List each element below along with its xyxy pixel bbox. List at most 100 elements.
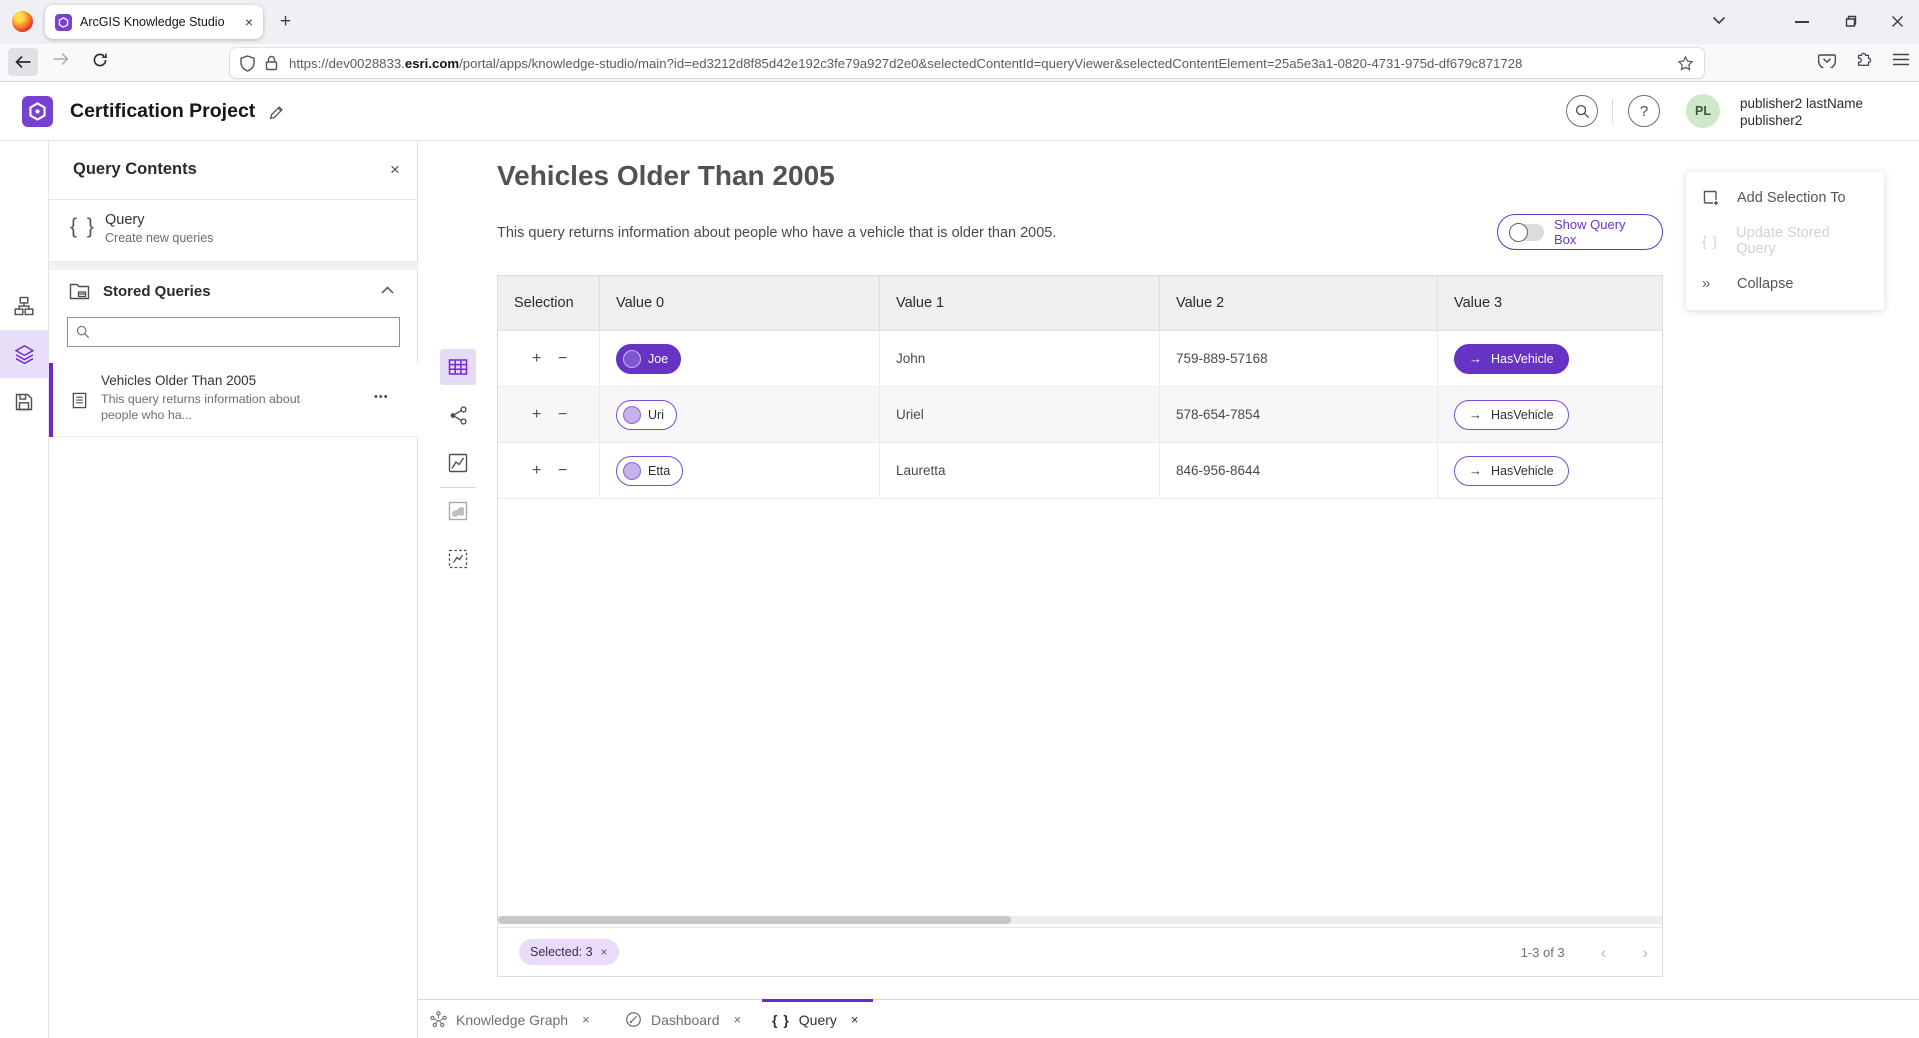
remove-from-selection-button[interactable]: − bbox=[558, 350, 584, 368]
add-to-selection-button[interactable]: + bbox=[532, 350, 558, 368]
stored-queries-search-input[interactable] bbox=[98, 325, 391, 340]
value3-cell: →HasVehicle bbox=[1438, 443, 1662, 498]
save-icon[interactable] bbox=[14, 392, 34, 412]
window-minimize-button[interactable] bbox=[1795, 21, 1809, 23]
query-create-item[interactable]: { } Query Create new queries bbox=[49, 200, 418, 262]
layers-icon[interactable] bbox=[14, 344, 35, 365]
menu-item-label: Collapse bbox=[1737, 276, 1793, 292]
hamburger-menu-icon[interactable] bbox=[1893, 53, 1909, 66]
double-chevron-icon: » bbox=[1702, 275, 1724, 292]
header-divider bbox=[1612, 99, 1613, 123]
query-results-table: Selection Value 0 Value 1 Value 2 Value … bbox=[497, 275, 1663, 977]
tab-dashboard[interactable]: Dashboard × bbox=[625, 1000, 741, 1038]
browser-tab[interactable]: ArcGIS Knowledge Studio × bbox=[45, 5, 263, 39]
shield-icon[interactable] bbox=[240, 55, 255, 72]
clear-selection-icon[interactable]: × bbox=[601, 945, 608, 959]
tab-knowledge-graph[interactable]: Knowledge Graph × bbox=[430, 1000, 590, 1038]
selected-count-chip[interactable]: Selected: 3 × bbox=[519, 939, 619, 965]
reload-button[interactable] bbox=[92, 52, 108, 68]
extensions-puzzle-icon[interactable] bbox=[1855, 50, 1873, 68]
url-text: https://dev0028833.esri.com/portal/apps/… bbox=[289, 56, 1522, 71]
menu-item-add-selection-to[interactable]: Add Selection To bbox=[1686, 176, 1884, 219]
tab-close-icon[interactable]: × bbox=[245, 14, 253, 30]
toggle-label: Show Query Box bbox=[1554, 217, 1650, 247]
column-header-selection[interactable]: Selection bbox=[498, 276, 600, 330]
header-search-button[interactable] bbox=[1566, 95, 1598, 127]
toggle-track[interactable] bbox=[1510, 224, 1544, 241]
toolbar-divider bbox=[440, 487, 476, 488]
entity-label: Joe bbox=[648, 352, 668, 366]
back-button[interactable] bbox=[8, 48, 38, 76]
folder-icon bbox=[69, 281, 90, 300]
table-row: +−JoeJohn759-889-57168→HasVehicle bbox=[498, 331, 1662, 387]
column-header-value1[interactable]: Value 1 bbox=[880, 276, 1160, 330]
relationship-pill[interactable]: →HasVehicle bbox=[1454, 400, 1569, 430]
map-view-icon[interactable] bbox=[448, 453, 468, 473]
value3-cell: →HasVehicle bbox=[1438, 387, 1662, 442]
show-query-box-toggle[interactable]: Show Query Box bbox=[1497, 214, 1663, 250]
help-button[interactable]: ? bbox=[1628, 95, 1660, 127]
relationship-pill[interactable]: →HasVehicle bbox=[1454, 344, 1569, 374]
stored-query-doc-icon bbox=[71, 392, 88, 409]
relationship-pill[interactable]: →HasVehicle bbox=[1454, 456, 1569, 486]
stored-queries-search[interactable] bbox=[67, 317, 400, 347]
previous-page-button[interactable]: ‹ bbox=[1601, 944, 1607, 961]
add-to-selection-button[interactable]: + bbox=[532, 462, 558, 480]
tab-query[interactable]: { } Query × bbox=[772, 1000, 859, 1038]
new-tab-button[interactable]: + bbox=[280, 12, 291, 31]
window-close-button[interactable] bbox=[1890, 14, 1905, 29]
panel-close-icon[interactable]: × bbox=[390, 160, 400, 180]
forward-button[interactable] bbox=[52, 52, 69, 66]
entity-pill[interactable]: Etta bbox=[616, 456, 683, 486]
remove-from-selection-button[interactable]: − bbox=[558, 462, 584, 480]
stored-query-item[interactable]: Vehicles Older Than 2005 This query retu… bbox=[49, 363, 418, 437]
tab-close-icon[interactable]: × bbox=[734, 1012, 742, 1027]
arrow-right-icon: → bbox=[1469, 351, 1482, 366]
entity-pill[interactable]: Uri bbox=[616, 400, 677, 430]
selected-count-label: Selected: 3 bbox=[530, 945, 593, 959]
column-header-value2[interactable]: Value 2 bbox=[1160, 276, 1438, 330]
item-options-kebab-icon[interactable]: ••• bbox=[374, 391, 389, 403]
user-name-line1: publisher2 lastName bbox=[1740, 95, 1863, 112]
menu-item-collapse[interactable]: » Collapse bbox=[1686, 262, 1884, 305]
left-icon-rail: » bbox=[0, 141, 49, 1038]
horizontal-scrollbar[interactable] bbox=[498, 916, 1662, 924]
map-area-icon[interactable] bbox=[448, 501, 468, 521]
bookmark-star-icon[interactable] bbox=[1677, 55, 1694, 72]
table-row: +−UriUriel578-654-7854→HasVehicle bbox=[498, 387, 1662, 443]
lock-icon[interactable] bbox=[265, 55, 278, 71]
url-field[interactable]: https://dev0028833.esri.com/portal/apps/… bbox=[230, 48, 1704, 78]
column-header-value0[interactable]: Value 0 bbox=[600, 276, 880, 330]
selection-cell: +− bbox=[498, 443, 600, 498]
relationship-label: HasVehicle bbox=[1491, 464, 1554, 478]
next-page-button[interactable]: › bbox=[1642, 944, 1648, 961]
tab-close-icon[interactable]: × bbox=[582, 1012, 590, 1027]
tab-list-chevron-icon[interactable] bbox=[1712, 16, 1726, 25]
user-avatar[interactable]: PL bbox=[1686, 94, 1720, 128]
window-restore-button[interactable] bbox=[1843, 14, 1858, 29]
select-extent-icon[interactable] bbox=[448, 549, 468, 569]
add-to-selection-button[interactable]: + bbox=[532, 406, 558, 424]
stored-queries-header[interactable]: Stored Queries bbox=[49, 270, 418, 313]
data-model-icon[interactable] bbox=[14, 296, 34, 316]
scrollbar-thumb[interactable] bbox=[498, 916, 1011, 924]
value2-cell: 759-889-57168 bbox=[1160, 331, 1438, 386]
remove-from-selection-button[interactable]: − bbox=[558, 406, 584, 424]
query-item-title: Query bbox=[105, 212, 145, 228]
entity-pill[interactable]: Joe bbox=[616, 344, 681, 374]
toggle-knob[interactable] bbox=[1509, 223, 1528, 242]
selected-indicator-bar bbox=[49, 363, 53, 437]
edit-title-pencil-icon[interactable] bbox=[268, 104, 285, 121]
column-header-value3[interactable]: Value 3 bbox=[1438, 276, 1662, 330]
pocket-icon[interactable] bbox=[1818, 51, 1836, 68]
tab-close-icon[interactable]: × bbox=[851, 1012, 859, 1027]
user-name[interactable]: publisher2 lastName publisher2 bbox=[1740, 95, 1863, 129]
entity-dot-icon bbox=[623, 350, 641, 368]
table-view-icon[interactable] bbox=[448, 357, 468, 377]
firefox-icon[interactable] bbox=[12, 11, 33, 32]
menu-item-update-stored-query[interactable]: { } Update Stored Query bbox=[1686, 219, 1884, 262]
chevron-up-icon[interactable] bbox=[381, 286, 394, 294]
link-chart-icon[interactable] bbox=[448, 405, 469, 426]
pagination-range: 1-3 of 3 bbox=[1521, 945, 1565, 960]
knowledge-graph-icon bbox=[430, 1011, 447, 1028]
